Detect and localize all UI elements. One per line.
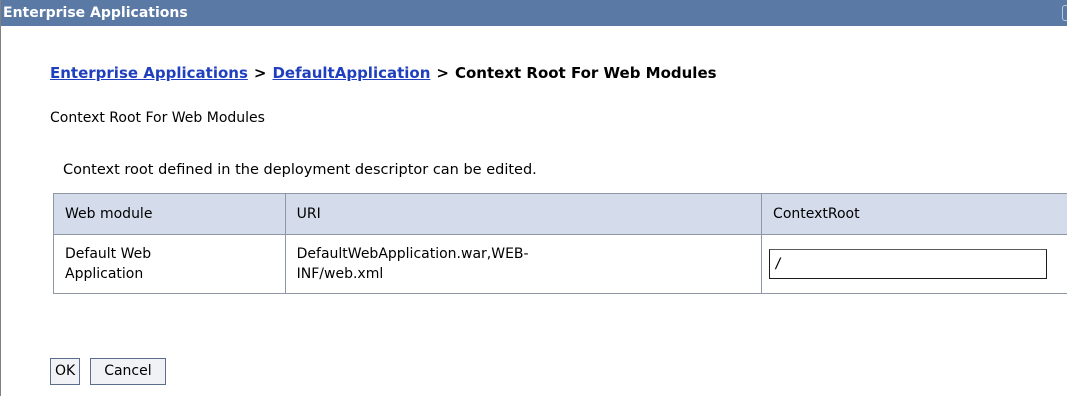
web-module-name-line1: Default Web — [65, 246, 152, 262]
column-header-context-root: ContextRoot — [761, 193, 1067, 235]
column-header-web-module: Web module — [53, 193, 286, 235]
panel-edge-control[interactable] — [1062, 5, 1067, 21]
context-root-input[interactable] — [769, 249, 1048, 279]
breadcrumb-current: Context Root For Web Modules — [454, 64, 717, 82]
breadcrumb-link-enterprise-applications[interactable]: Enterprise Applications — [50, 64, 248, 82]
web-module-name-line2: Application — [65, 266, 144, 282]
breadcrumb-link-default-application[interactable]: DefaultApplication — [272, 64, 430, 82]
column-header-uri: URI — [284, 193, 763, 235]
uri-line1: DefaultWebApplication.war,WEB- — [296, 246, 529, 262]
table-header-row: Web module URI ContextRoot — [53, 193, 1067, 235]
breadcrumb: Enterprise Applications > DefaultApplicati… — [50, 64, 717, 82]
cell-context-root — [761, 234, 1067, 294]
ok-button[interactable]: OK — [50, 358, 81, 385]
breadcrumb-separator: > — [253, 64, 267, 82]
window-title: Enterprise Applications — [3, 5, 188, 21]
cell-web-module: Default Web Application — [53, 234, 286, 294]
window-title-bar: Enterprise Applications — [1, 0, 1067, 26]
context-root-table: Web module URI ContextRoot Default Web A… — [53, 193, 1067, 294]
page-title: Context Root For Web Modules — [50, 110, 265, 126]
breadcrumb-separator: > — [436, 64, 449, 82]
table-caption: Context root defined in the deployment d… — [63, 162, 537, 178]
uri-line2: INF/web.xml — [296, 266, 384, 282]
app-frame: Enterprise Applications Enterprise Appli… — [0, 0, 1067, 396]
cancel-button[interactable]: Cancel — [90, 358, 166, 385]
table-row: Default Web Application DefaultWebApplic… — [53, 234, 1067, 294]
button-bar: OK Cancel — [50, 358, 176, 385]
cell-uri: DefaultWebApplication.war,WEB- INF/web.x… — [284, 234, 763, 294]
